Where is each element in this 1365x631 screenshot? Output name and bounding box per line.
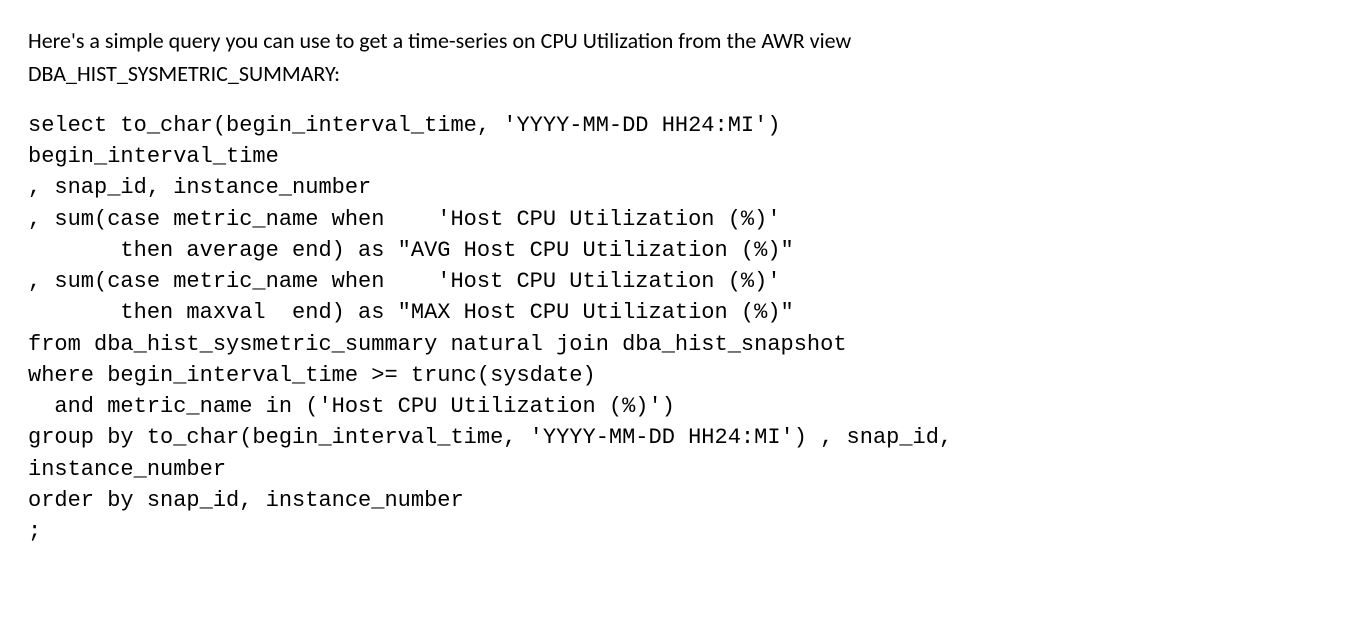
code-line: select to_char(begin_interval_time, 'YYY…: [28, 113, 781, 138]
code-line: begin_interval_time: [28, 144, 279, 169]
intro-line-2: DBA_HIST_SYSMETRIC_SUMMARY:: [28, 60, 340, 87]
code-line: and metric_name in ('Host CPU Utilizatio…: [28, 394, 675, 419]
code-line: then average end) as "AVG Host CPU Utili…: [28, 238, 794, 263]
code-line: group by to_char(begin_interval_time, 'Y…: [28, 425, 952, 450]
code-line: , snap_id, instance_number: [28, 175, 371, 200]
code-line: from dba_hist_sysmetric_summary natural …: [28, 332, 847, 357]
sql-code-block: select to_char(begin_interval_time, 'YYY…: [28, 110, 1337, 547]
code-line: , sum(case metric_name when 'Host CPU Ut…: [28, 269, 781, 294]
code-line: where begin_interval_time >= trunc(sysda…: [28, 363, 596, 388]
code-line: ;: [28, 519, 41, 544]
code-line: , sum(case metric_name when 'Host CPU Ut…: [28, 207, 781, 232]
code-line: instance_number: [28, 457, 226, 482]
code-line: then maxval end) as "MAX Host CPU Utiliz…: [28, 300, 794, 325]
intro-paragraph: Here's a simple query you can use to get…: [28, 24, 1337, 90]
intro-line-1: Here's a simple query you can use to get…: [28, 27, 851, 54]
code-line: order by snap_id, instance_number: [28, 488, 464, 513]
